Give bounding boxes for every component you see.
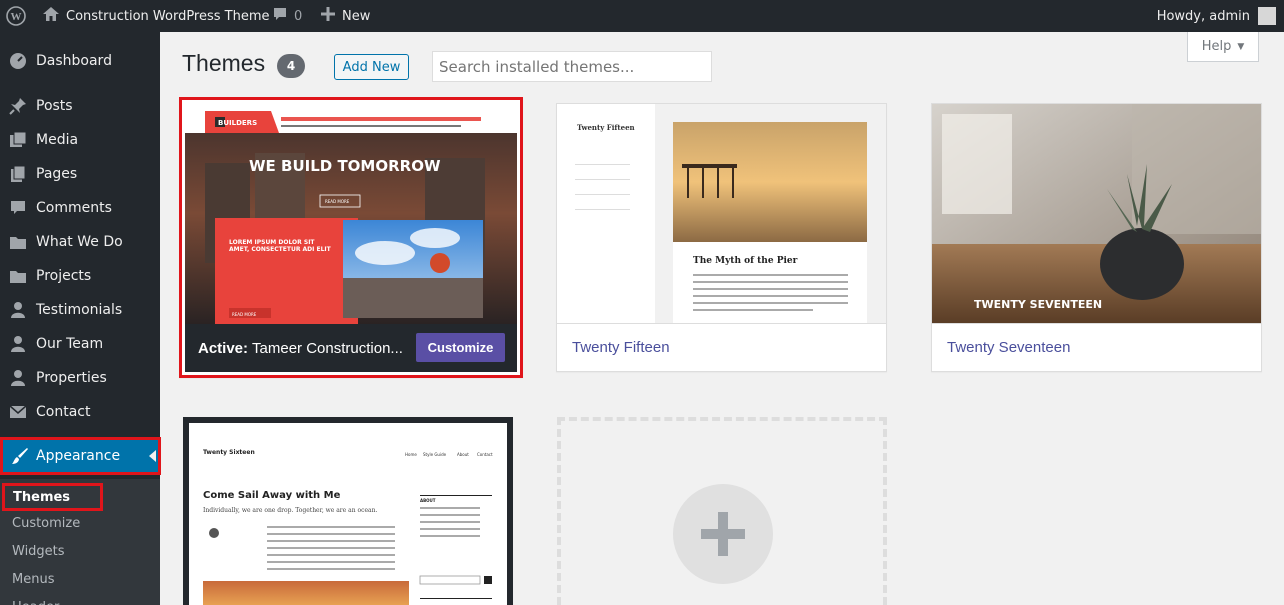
sidebar-item-label: Our Team xyxy=(36,336,104,352)
theme-screenshot: BUILDERS WE BUILD TOMORROW READ MORE LOR… xyxy=(185,103,517,324)
preview-nav-home: Home xyxy=(405,452,417,457)
submenu-item-menus[interactable]: Menus xyxy=(12,568,54,590)
sidebar-item-what-we-do[interactable]: What We Do xyxy=(0,225,160,259)
active-theme-bar: Active: Tameer Construction... Customize xyxy=(185,324,517,372)
sidebar-item-label: Properties xyxy=(36,370,107,386)
preview-nav-contact: Contact xyxy=(477,452,493,457)
admin-bar: W Construction WordPress Theme 0 New How… xyxy=(0,0,1284,32)
preview-post-title: The Myth of the Pier xyxy=(693,256,798,266)
preview-headline: WE BUILD TOMORROW xyxy=(249,157,441,175)
submenu-item-header[interactable]: Header xyxy=(12,596,59,605)
new-label: New xyxy=(342,8,371,24)
plus-icon xyxy=(320,6,336,26)
help-tab[interactable]: Help ▼ xyxy=(1187,32,1259,62)
admin-sidebar: Dashboard Posts Media Pages Comments Wha… xyxy=(0,32,161,605)
sidebar-item-projects[interactable]: Projects xyxy=(0,259,160,293)
theme-screenshot: Twenty Sixteen Home Style Guide About Co… xyxy=(189,423,507,605)
sidebar-item-label: What We Do xyxy=(36,234,123,250)
sidebar-item-label: Contact xyxy=(36,404,91,420)
submenu-item-themes[interactable]: Themes xyxy=(2,483,103,511)
sidebar-item-media[interactable]: Media xyxy=(0,123,160,157)
site-name: Construction WordPress Theme xyxy=(66,8,270,24)
theme-card-active[interactable]: BUILDERS WE BUILD TOMORROW READ MORE LOR… xyxy=(179,97,523,378)
preview-logo: BUILDERS xyxy=(218,119,258,127)
theme-name: Twenty Fifteen xyxy=(557,323,886,371)
media-icon xyxy=(0,131,36,149)
folder-icon xyxy=(0,234,36,250)
preview-box-button: READ MORE xyxy=(232,312,257,317)
user-icon xyxy=(0,369,36,387)
preview-widget-title: ABOUT xyxy=(420,498,436,503)
sidebar-item-contact[interactable]: Contact xyxy=(0,395,160,429)
sidebar-item-label: Testimonials xyxy=(36,302,123,318)
submenu-item-widgets[interactable]: Widgets xyxy=(12,540,65,562)
dashboard-icon xyxy=(0,52,36,70)
wordpress-logo-icon[interactable]: W xyxy=(6,0,30,32)
search-input[interactable] xyxy=(432,51,712,82)
comments-link[interactable]: 0 xyxy=(272,0,302,32)
preview-overlay-title: TWENTY SEVENTEEN xyxy=(974,298,1103,311)
sidebar-item-pages[interactable]: Pages xyxy=(0,157,160,191)
home-icon xyxy=(42,6,60,26)
sidebar-item-comments[interactable]: Comments xyxy=(0,191,160,225)
theme-name: Twenty Seventeen xyxy=(932,323,1261,371)
sidebar-item-dashboard[interactable]: Dashboard xyxy=(0,44,160,78)
pages-icon xyxy=(0,165,36,183)
customize-button[interactable]: Customize xyxy=(416,333,505,362)
preview-nav-about: About xyxy=(457,452,469,457)
sidebar-item-label: Posts xyxy=(36,98,73,114)
preview-site-title: Twenty Fifteen xyxy=(577,123,635,132)
page-title: Themes xyxy=(182,50,266,76)
preview-nav-style-guide: Style Guide xyxy=(423,452,447,457)
preview-subtitle: Individually, we are one drop. Together,… xyxy=(203,507,378,514)
theme-card-twenty-fifteen[interactable]: Twenty Fifteen The Myth of the Pier Twen… xyxy=(556,103,887,372)
sidebar-item-our-team[interactable]: Our Team xyxy=(0,327,160,361)
comment-icon xyxy=(272,6,288,26)
folder-icon xyxy=(0,268,36,284)
preview-button: READ MORE xyxy=(325,199,350,204)
sidebar-item-appearance[interactable]: Appearance xyxy=(0,437,161,475)
howdy-text: Howdy, admin xyxy=(1156,8,1250,24)
theme-count-badge: 4 xyxy=(277,54,305,78)
theme-screenshot: Twenty Fifteen The Myth of the Pier xyxy=(557,104,886,323)
theme-card-twenty-sixteen[interactable]: Twenty Sixteen Home Style Guide About Co… xyxy=(183,417,513,605)
preview-post-title: Come Sail Away with Me xyxy=(203,490,341,501)
svg-text:W: W xyxy=(11,11,22,23)
sidebar-item-label: Dashboard xyxy=(36,53,112,69)
new-content-link[interactable]: New xyxy=(320,0,370,32)
site-name-link[interactable]: Construction WordPress Theme xyxy=(42,0,270,32)
appearance-submenu: Themes Customize Widgets Menus Header xyxy=(0,479,160,605)
mail-icon xyxy=(0,405,36,419)
comments-count: 0 xyxy=(294,8,303,24)
user-icon xyxy=(0,301,36,319)
caret-down-icon: ▼ xyxy=(1237,41,1245,52)
brush-icon xyxy=(3,447,36,465)
preview-site-title: Twenty Sixteen xyxy=(203,449,255,456)
active-label: Active: xyxy=(198,339,249,357)
user-icon xyxy=(0,335,36,353)
add-new-button[interactable]: Add New xyxy=(334,54,409,80)
pin-icon xyxy=(0,97,36,115)
avatar xyxy=(1258,7,1276,25)
theme-screenshot: TWENTY SEVENTEEN xyxy=(932,104,1261,323)
sidebar-item-label: Projects xyxy=(36,268,92,284)
sidebar-item-label: Media xyxy=(36,132,79,148)
sidebar-item-properties[interactable]: Properties xyxy=(0,361,160,395)
add-theme-plus-icon xyxy=(673,484,773,584)
sidebar-item-label: Comments xyxy=(36,200,112,216)
sidebar-item-posts[interactable]: Posts xyxy=(0,89,160,123)
sidebar-item-label: Appearance xyxy=(36,448,121,464)
sidebar-item-testimonials[interactable]: Testimonials xyxy=(0,293,160,327)
theme-card-twenty-seventeen[interactable]: TWENTY SEVENTEEN Twenty Seventeen xyxy=(931,103,1262,372)
help-label: Help xyxy=(1201,39,1232,54)
add-new-theme-card[interactable] xyxy=(557,417,887,605)
sidebar-item-label: Pages xyxy=(36,166,78,182)
submenu-item-customize[interactable]: Customize xyxy=(12,512,80,534)
my-account-link[interactable]: Howdy, admin xyxy=(1157,0,1276,32)
active-theme-name: Tameer Construction... xyxy=(252,339,403,357)
comment-icon xyxy=(0,199,36,217)
preview-box-title: LOREM IPSUM DOLOR SIT AMET, CONSECTETUR … xyxy=(229,239,331,253)
